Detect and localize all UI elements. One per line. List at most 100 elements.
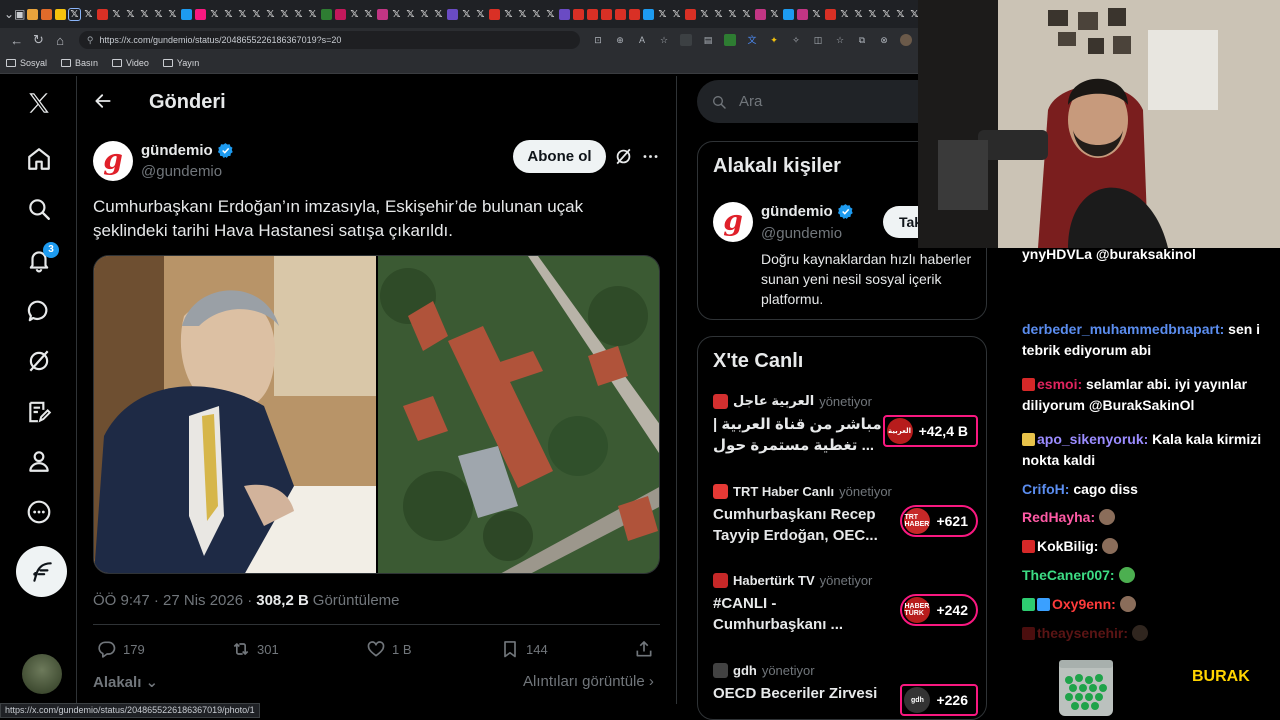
tab-favicon[interactable]	[180, 8, 192, 20]
tab-favicon[interactable]: 𝕏	[867, 9, 878, 20]
tab-favicon[interactable]	[572, 8, 584, 20]
post-photo-aerial-hospital[interactable]	[378, 256, 659, 573]
zoom-icon[interactable]: ⊕	[614, 34, 626, 46]
tab-favicon[interactable]: 𝕏	[419, 9, 430, 20]
split-screen-icon[interactable]: ◫	[812, 34, 824, 46]
account-avatar[interactable]	[22, 654, 62, 694]
tab-favicon[interactable]: 𝕏	[881, 9, 892, 20]
extension-icon[interactable]	[724, 34, 736, 46]
live-listener-count[interactable]: gdh +226	[900, 684, 978, 716]
tab-favicon[interactable]: 𝕏	[517, 9, 528, 20]
messages-chat-icon[interactable]	[0, 298, 77, 324]
workspaces-icon[interactable]: ▣	[14, 4, 25, 24]
tab-favicon[interactable]	[754, 8, 766, 20]
chat-username[interactable]: apo_sikenyoruk:	[1037, 431, 1148, 447]
tab-favicon[interactable]	[194, 8, 206, 20]
tab-favicon[interactable]: 𝕏	[67, 7, 81, 21]
url-field[interactable]: ⚲ https://x.com/gundemio/status/20486552…	[78, 31, 580, 49]
tab-favicon[interactable]	[376, 8, 388, 20]
tab-favicon[interactable]	[96, 8, 108, 20]
post-time[interactable]: ÖÖ 9:47 · 27 Nis 2026 ·	[93, 592, 252, 609]
extension-icon[interactable]: ▤	[702, 34, 714, 46]
tab-favicon[interactable]: 𝕏	[839, 9, 850, 20]
tab-favicon[interactable]: 𝕏	[363, 9, 374, 20]
tab-favicon[interactable]	[628, 8, 640, 20]
tab-favicon[interactable]: 𝕏	[405, 9, 416, 20]
tab-favicon[interactable]: 𝕏	[83, 9, 94, 20]
read-aloud-icon[interactable]: A	[636, 34, 648, 46]
grok-icon[interactable]	[0, 348, 77, 374]
tab-favicon[interactable]: 𝕏	[153, 9, 164, 20]
tab-favicon[interactable]: 𝕏	[391, 9, 402, 20]
tab-favicon[interactable]	[600, 8, 612, 20]
home-nav-icon[interactable]	[0, 146, 77, 172]
tab-favicon[interactable]	[446, 8, 458, 20]
more-options-icon[interactable]	[0, 499, 77, 525]
tab-favicon[interactable]: 𝕏	[503, 9, 514, 20]
extension-icon[interactable]: ⊗	[878, 34, 890, 46]
tab-favicon[interactable]: 𝕏	[237, 9, 248, 20]
reload-icon[interactable]: ↻	[28, 32, 50, 48]
tab-favicon[interactable]: 𝕏	[167, 9, 178, 20]
like-button[interactable]: 1 B	[366, 639, 412, 659]
tab-favicon[interactable]: 𝕏	[279, 9, 290, 20]
live-listener-count[interactable]: HABER TÜRK +242	[900, 594, 978, 626]
tab-favicon[interactable]: 𝕏	[433, 9, 444, 20]
author-handle[interactable]: @gundemio	[141, 163, 222, 180]
install-app-icon[interactable]: ⊡	[592, 34, 604, 46]
chat-username[interactable]: esmoi:	[1037, 376, 1082, 392]
extensions-puzzle-icon[interactable]: ✧	[790, 34, 802, 46]
live-listener-count[interactable]: العربية +42,4 B	[882, 415, 978, 447]
more-horizontal-icon[interactable]	[641, 147, 660, 166]
tab-favicon[interactable]: 𝕏	[853, 9, 864, 20]
back-icon[interactable]: ←	[6, 33, 28, 48]
tab-favicon[interactable]: 𝕏	[741, 9, 752, 20]
chat-username[interactable]: derbeder_muhammedbnapart:	[1022, 321, 1224, 337]
tab-favicon[interactable]: 𝕏	[461, 9, 472, 20]
tab-favicon[interactable]	[488, 8, 500, 20]
tab-favicon[interactable]: 𝕏	[293, 9, 304, 20]
tab-favicon[interactable]: 𝕏	[223, 9, 234, 20]
tab-favicon[interactable]	[40, 8, 52, 20]
live-broadcast-item[interactable]: gdh yönetiyor OECD Beceriler Zirvesi gdh +22…	[713, 661, 978, 716]
related-user-handle[interactable]: @gundemio	[761, 225, 842, 242]
profile-person-icon[interactable]	[0, 448, 77, 474]
tab-favicon[interactable]	[824, 8, 836, 20]
tab-favicon[interactable]	[684, 8, 696, 20]
tab-favicon[interactable]	[320, 8, 332, 20]
chat-username[interactable]: TheCaner007:	[1022, 567, 1115, 583]
tab-search-icon[interactable]: ⌄	[4, 4, 14, 24]
live-broadcast-item[interactable]: Habertürk TV yönetiyor #CANLI - Cumhurbaşk…	[713, 571, 978, 635]
grok-explain-icon[interactable]	[614, 147, 633, 166]
live-broadcast-item[interactable]: العربية عاجل yönetiyor مباشر من قناة العرب…	[713, 392, 978, 456]
tab-favicon[interactable]: 𝕏	[531, 9, 542, 20]
repost-button[interactable]: 301	[231, 639, 279, 659]
live-listener-count[interactable]: TRT HABER +621	[900, 505, 978, 537]
tab-favicon[interactable]	[26, 8, 38, 20]
author-name-link[interactable]: gündemio	[141, 142, 234, 159]
bookmark-folder[interactable]: Video	[112, 58, 149, 68]
tab-favicon[interactable]: 𝕏	[699, 9, 710, 20]
chat-username[interactable]: CrifoH:	[1022, 481, 1069, 497]
tab-favicon[interactable]: 𝕏	[349, 9, 360, 20]
related-user-name[interactable]: gündemio	[761, 203, 854, 220]
tab-favicon[interactable]: 𝕏	[545, 9, 556, 20]
tab-favicon[interactable]: 𝕏	[209, 9, 220, 20]
bookmark-folder[interactable]: Basın	[61, 58, 98, 68]
related-user-avatar[interactable]: g	[713, 202, 753, 242]
compose-post-button[interactable]	[16, 546, 67, 597]
reply-sort-dropdown[interactable]: Alakalı ⌄	[93, 673, 158, 691]
tab-favicon[interactable]: 𝕏	[811, 9, 822, 20]
favorite-star-icon[interactable]: ☆	[658, 34, 670, 46]
tab-favicon[interactable]	[334, 8, 346, 20]
chat-username[interactable]: RedHayha:	[1022, 509, 1095, 525]
tab-favicon[interactable]: 𝕏	[713, 9, 724, 20]
tab-favicon[interactable]	[558, 8, 570, 20]
lists-edit-icon[interactable]	[0, 399, 77, 425]
home-icon[interactable]: ⌂	[49, 33, 71, 48]
bookmark-button[interactable]: 144	[500, 639, 548, 659]
tab-favicon[interactable]	[586, 8, 598, 20]
tab-favicon[interactable]: 𝕏	[125, 9, 136, 20]
tab-favicon[interactable]: 𝕏	[909, 9, 918, 20]
x-logo-icon[interactable]	[0, 90, 77, 116]
